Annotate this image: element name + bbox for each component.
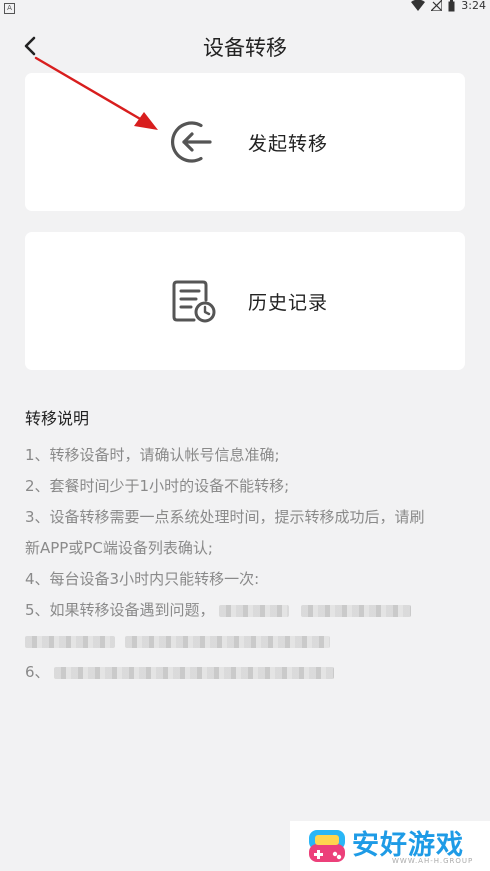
redacted-text bbox=[25, 635, 115, 648]
note-item-6: 6、 bbox=[25, 657, 470, 688]
history-card[interactable]: 历史记录 bbox=[25, 232, 465, 370]
no-signal-icon bbox=[431, 0, 443, 11]
redacted-text bbox=[300, 604, 411, 617]
status-time: 3:24 bbox=[461, 0, 486, 12]
transfer-back-arrow-icon bbox=[170, 121, 212, 163]
note-item: 4、每台设备3小时内只能转移一次: bbox=[25, 570, 260, 588]
redacted-text bbox=[53, 666, 334, 679]
history-label: 历史记录 bbox=[248, 292, 329, 314]
note-item: 新APP或PC端设备列表确认; bbox=[25, 539, 213, 557]
sim-icon: A bbox=[4, 3, 15, 14]
watermark-url: WWW.AH-H.GROUP bbox=[392, 857, 474, 865]
header: 设备转移 bbox=[0, 26, 490, 66]
note-item-5-cont bbox=[25, 626, 470, 657]
wifi-icon bbox=[411, 0, 426, 11]
note-item: 3、设备转移需要一点系统处理时间，提示转移成功后，请刷 bbox=[25, 508, 425, 526]
watermark: 安好游戏 WWW.AH-H.GROUP bbox=[290, 821, 490, 871]
redacted-text bbox=[218, 604, 289, 617]
status-icons: 3:24 bbox=[411, 0, 486, 12]
history-record-icon bbox=[172, 280, 216, 323]
start-transfer-label: 发起转移 bbox=[248, 133, 329, 155]
note-item: 1、转移设备时，请确认帐号信息准确; bbox=[25, 446, 280, 464]
start-transfer-card[interactable]: 发起转移 bbox=[25, 73, 465, 211]
gamepad-logo-icon bbox=[309, 830, 345, 862]
note-item-5: 5、如果转移设备遇到问题， bbox=[25, 595, 470, 626]
note-item-6-text: 6、 bbox=[25, 663, 50, 681]
battery-icon bbox=[448, 0, 455, 11]
sim-indicator: A bbox=[4, 0, 15, 14]
note-item: 2、套餐时间少于1小时的设备不能转移; bbox=[25, 477, 290, 495]
transfer-notes: 1、转移设备时，请确认帐号信息准确; 2、套餐时间少于1小时的设备不能转移; 3… bbox=[25, 440, 470, 688]
notes-title: 转移说明 bbox=[25, 409, 90, 428]
note-item-5-text: 5、如果转移设备遇到问题， bbox=[25, 601, 215, 619]
status-bar: A 3:24 bbox=[0, 0, 490, 14]
page-title: 设备转移 bbox=[203, 36, 287, 60]
redacted-text bbox=[125, 635, 330, 648]
